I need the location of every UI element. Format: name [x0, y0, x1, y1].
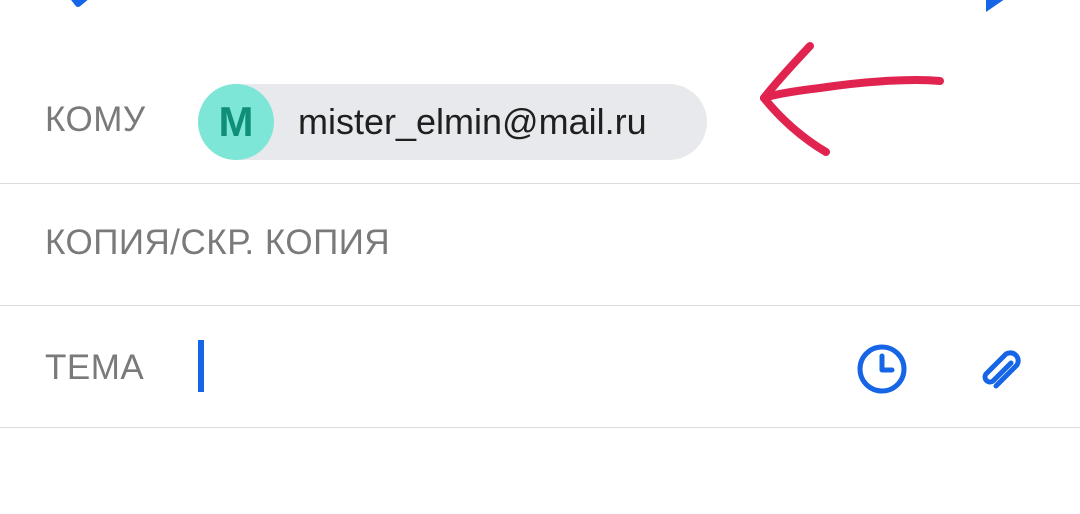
clock-icon[interactable] — [855, 342, 909, 396]
send-icon[interactable] — [982, 0, 1022, 14]
cc-bcc-label: КОПИЯ/СКР. КОПИЯ — [45, 223, 391, 262]
text-caret — [198, 340, 204, 392]
recipient-avatar: M — [198, 84, 274, 160]
subject-row[interactable]: ТЕМА — [0, 306, 1080, 428]
arrow-icon — [760, 42, 944, 156]
cc-bcc-row[interactable]: КОПИЯ/СКР. КОПИЯ — [0, 184, 1080, 306]
paperclip-icon[interactable] — [974, 342, 1030, 398]
back-arrow-icon[interactable] — [60, 0, 112, 8]
to-label: КОМУ — [45, 100, 146, 139]
recipient-chip[interactable]: M mister_elmin@mail.ru — [198, 84, 707, 160]
subject-input[interactable] — [210, 334, 834, 400]
top-toolbar — [0, 0, 1080, 20]
subject-label: ТЕМА — [45, 348, 145, 387]
recipient-email: mister_elmin@mail.ru — [298, 101, 647, 142]
